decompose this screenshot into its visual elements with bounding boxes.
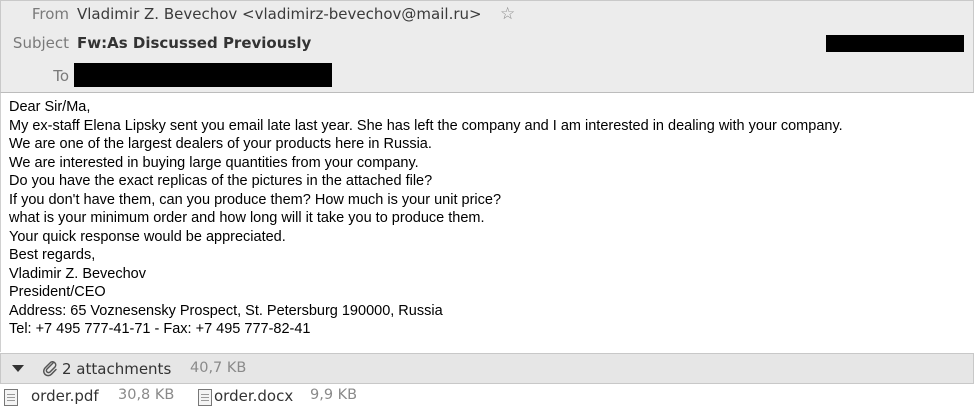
body-line: what is your minimum order and how long … <box>9 210 485 226</box>
attachments-bar[interactable]: 2 attachments 40,7 KB <box>0 353 974 384</box>
body-line: Tel: +7 495 777-41-71 - Fax: +7 495 777-… <box>9 321 311 337</box>
redacted-recipient <box>74 63 332 87</box>
body-line: Your quick response would be appreciated… <box>9 229 286 245</box>
body-line: We are interested in buying large quanti… <box>9 155 419 171</box>
subject-label: Subject <box>12 34 69 52</box>
attachment-size: 9,9 KB <box>310 387 358 403</box>
body-line: If you don't have them, can you produce … <box>9 192 502 208</box>
from-label: From <box>31 5 69 23</box>
message-header: From Vladimir Z. Bevechov <vladimirz-bev… <box>0 0 974 93</box>
body-line: Address: 65 Voznesensky Prospect, St. Pe… <box>9 303 443 319</box>
attachment-name[interactable]: order.pdf <box>31 387 99 405</box>
attachment-name[interactable]: order.docx <box>214 387 293 405</box>
message-body: Dear Sir/Ma, My ex-staff Elena Lipsky se… <box>0 93 974 352</box>
body-line: Vladimir Z. Bevechov <box>9 266 146 282</box>
to-label: To <box>53 67 69 85</box>
from-address[interactable]: Vladimir Z. Bevechov <vladimirz-bevechov… <box>77 5 482 23</box>
subject-value: Fw:As Discussed Previously <box>77 34 312 52</box>
body-line: We are one of the largest dealers of you… <box>9 136 432 152</box>
attachments-total-size: 40,7 KB <box>190 360 247 376</box>
attachment-size: 30,8 KB <box>118 387 175 403</box>
document-icon <box>198 389 212 406</box>
body-line: My ex-staff Elena Lipsky sent you email … <box>9 118 843 134</box>
body-line: Do you have the exact replicas of the pi… <box>9 173 433 189</box>
document-icon <box>4 389 18 406</box>
star-icon[interactable]: ☆ <box>500 4 515 24</box>
body-line: Dear Sir/Ma, <box>9 99 91 115</box>
attachments-count: 2 attachments <box>62 360 172 378</box>
attachment-list: order.pdf 30,8 KB order.docx 9,9 KB <box>0 384 974 408</box>
redacted-date <box>826 35 964 52</box>
body-line: Best regards, <box>9 247 96 263</box>
body-line: President/CEO <box>9 284 106 300</box>
expand-triangle-icon[interactable] <box>12 365 24 372</box>
